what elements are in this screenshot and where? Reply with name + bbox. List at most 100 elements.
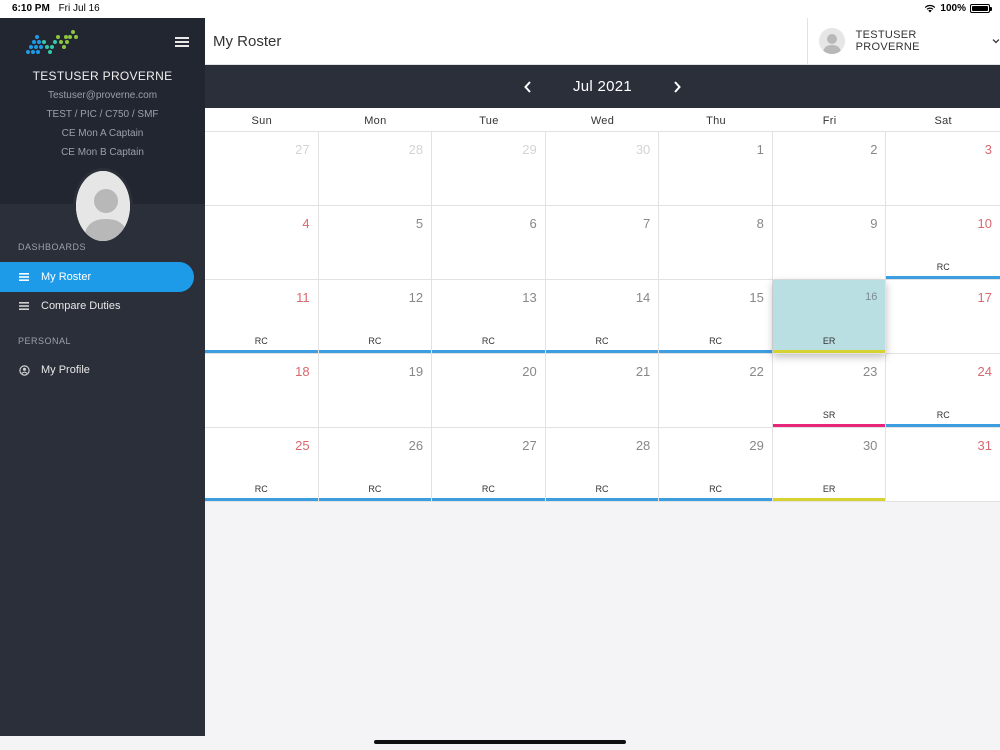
calendar-day[interactable]: 25 RC [205,428,319,502]
section-label-personal: PERSONAL [18,336,72,346]
wifi-icon [925,4,936,13]
day-number: 3 [984,142,992,157]
month-label: Jul 2021 [572,78,633,95]
day-number: 28 [635,438,651,453]
day-number: 1 [756,142,764,157]
user-placeholder-icon [76,171,130,241]
next-month-button[interactable] [667,77,687,97]
sidebar-item-my-roster[interactable]: My Roster [0,262,194,292]
user-menu-button[interactable]: TESTUSER PROVERNE [807,18,1000,64]
user-placeholder-icon [819,28,845,54]
day-number: 24 [977,364,992,379]
calendar-day[interactable]: 22 [659,354,773,428]
calendar-day[interactable]: 29 RC [659,428,773,502]
app-logo-icon [26,30,78,54]
calendar-day[interactable]: 4 [205,206,319,280]
calendar-day[interactable]: 9 [772,206,887,280]
calendar-day[interactable]: 28 RC [545,428,660,502]
day-number: 11 [296,290,310,305]
list-icon [18,271,30,283]
day-number: 10 [977,216,992,231]
duty-color-bar [886,276,1000,279]
duty-code: ER [822,336,836,346]
weekday-label: Fri [822,115,837,127]
calendar-day[interactable]: 10 RC [886,206,1000,280]
duty-color-bar [318,350,432,353]
day-number: 5 [415,216,424,231]
day-number: 20 [522,364,537,379]
chevron-right-icon [674,80,681,93]
calendar-day[interactable]: 27 RC [432,428,546,502]
calendar-day[interactable]: 26 RC [318,428,433,502]
weekday-label: Sun [251,115,273,127]
calendar-day[interactable]: 17 [886,280,1000,354]
calendar-day[interactable]: 29 [432,132,546,206]
section-label-dashboards: DASHBOARDS [18,242,87,252]
calendar-day[interactable]: 13 RC [432,280,546,354]
battery-icon [970,4,992,13]
calendar-day[interactable]: 12 RC [318,280,433,354]
calendar-day[interactable]: 14 RC [545,280,660,354]
calendar-day[interactable]: 31 [886,428,1000,502]
day-number: 8 [756,216,764,231]
calendar-day[interactable]: 28 [318,132,433,206]
sidebar-user-detail: CE Mon A Captain [61,128,144,139]
calendar-day[interactable]: 15 RC [659,280,773,354]
duty-code: RC [595,336,609,346]
day-number: 7 [643,216,651,231]
calendar-day[interactable]: 3 [886,132,1000,206]
calendar-day[interactable]: 24 RC [886,354,1000,428]
day-number: 25 [295,438,310,453]
day-number: 29 [522,142,537,157]
calendar-day[interactable]: 19 [318,354,433,428]
home-indicator[interactable] [374,740,626,744]
duty-color-bar [772,350,886,353]
day-number: 9 [870,216,878,231]
calendar-day[interactable]: 20 [432,354,546,428]
calendar-day[interactable]: 30 ER [772,428,887,502]
user-menu-name: TESTUSER PROVERNE [855,29,920,53]
calendar-day[interactable]: 21 [545,354,660,428]
calendar-day[interactable]: 1 [659,132,773,206]
calendar-grid: Sun Mon Tue Wed Thu Fri Sat 27 28 29 30 1 2 3 4… [205,108,1000,502]
sidebar-item-compare-duties[interactable]: Compare Duties [0,291,194,321]
weekday-header: Sun Mon Tue Wed Thu Fri Sat [205,108,1000,132]
status-date: Fri Jul 16 [58,3,100,14]
menu-icon[interactable] [175,37,189,47]
duty-color-bar [772,424,886,427]
day-number: 18 [295,364,310,379]
calendar-day[interactable]: 23 SR [772,354,887,428]
sidebar-user-detail: CE Mon B Captain [61,147,144,158]
duty-code: RC [709,484,723,494]
calendar-day-today[interactable]: 16 ER [772,280,887,354]
duty-code: RC [936,410,950,420]
weekday-label: Sat [934,115,952,127]
calendar-day[interactable]: 30 [545,132,660,206]
weekday-label: Tue [479,115,499,127]
calendar-day[interactable]: 6 [432,206,546,280]
calendar-day[interactable]: 2 [772,132,887,206]
sidebar: TESTUSER PROVERNE Testuser@proverne.com … [0,18,205,736]
duty-color-bar [432,498,545,501]
duty-color-bar [205,498,318,501]
calendar-day[interactable]: 11 RC [205,280,319,354]
calendar-day[interactable]: 7 [545,206,660,280]
duty-color-bar [205,350,318,353]
sidebar-user-email: Testuser@proverne.com [47,90,158,101]
calendar-day[interactable]: 8 [659,206,773,280]
sidebar-user-detail: TEST / PIC / C750 / SMF [46,109,159,120]
calendar-day[interactable]: 5 [318,206,433,280]
status-bar: 6:10 PM Fri Jul 16 100% [0,0,1000,18]
previous-month-button[interactable] [518,77,538,97]
day-number: 19 [408,364,424,379]
sidebar-item-my-profile[interactable]: My Profile [0,355,194,385]
status-time: 6:10 PM [12,3,50,14]
calendar-day[interactable]: 18 [205,354,319,428]
duty-code: RC [254,336,268,346]
duty-color-bar [545,350,659,353]
day-number: 31 [977,438,992,453]
weekday-label: Thu [706,115,726,127]
calendar-day[interactable]: 27 [205,132,319,206]
day-number: 2 [870,142,878,157]
duty-code: SR [822,410,836,420]
